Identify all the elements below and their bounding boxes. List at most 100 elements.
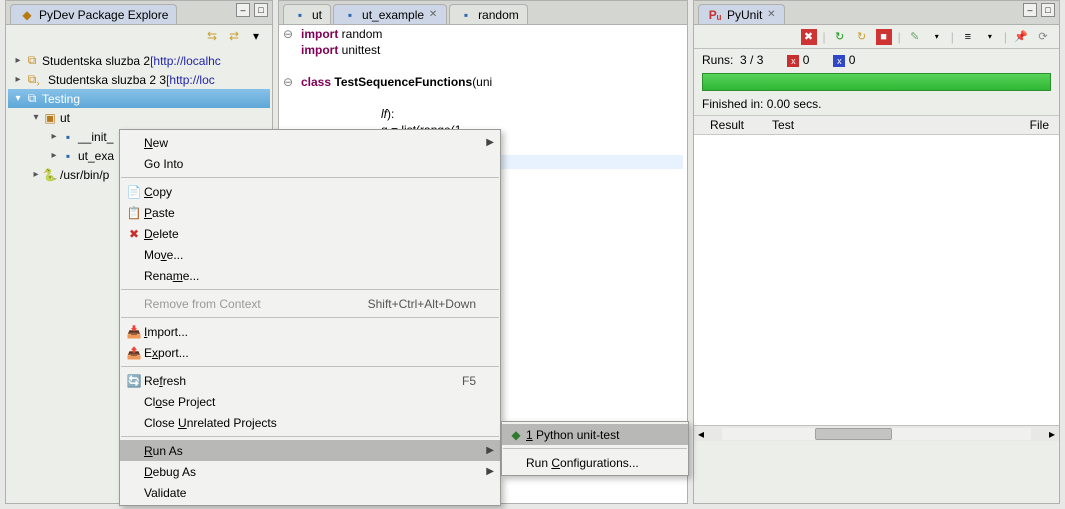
horizontal-scrollbar[interactable]: ◂ ▸ <box>694 425 1059 441</box>
menu-item-label: Validate <box>144 486 186 500</box>
col-result[interactable]: Result <box>710 118 744 132</box>
menu-item-export[interactable]: 📤Export... <box>120 342 500 363</box>
menu-item-run-as[interactable]: Run As▶ <box>120 440 500 461</box>
menu-separator <box>121 317 499 318</box>
pin-test-icon[interactable]: ✎ <box>907 29 923 45</box>
separator: | <box>823 30 826 44</box>
tree-extra: [http://loc <box>166 73 215 87</box>
code-line[interactable]: lf): <box>283 107 394 121</box>
menu-item-close-unrelated-projects[interactable]: Close Unrelated Projects <box>120 412 500 433</box>
menu-item-label: New <box>144 136 168 150</box>
code-line[interactable]: ⊖import random <box>283 27 382 41</box>
scroll-left-icon[interactable]: ◂ <box>694 427 708 441</box>
col-test[interactable]: Test <box>772 118 794 132</box>
tree-row-package[interactable]: ▾ ▣ ut <box>8 108 270 127</box>
menu-item-refresh[interactable]: 🔄RefreshF5 <box>120 370 500 391</box>
results-area <box>694 135 1059 425</box>
twisty-icon[interactable]: ▾ <box>12 93 24 104</box>
code-line[interactable] <box>283 91 301 105</box>
dropdown-icon[interactable]: ▾ <box>982 29 998 45</box>
scroll-right-icon[interactable]: ▸ <box>1045 427 1059 441</box>
history-icon[interactable]: ≡ <box>960 29 976 45</box>
tree-label: ut <box>60 111 70 125</box>
editor-tab[interactable]: ▪ random <box>449 4 528 24</box>
col-file[interactable]: File <box>1030 118 1049 132</box>
run-as-submenu[interactable]: ◆1 Python unit-test Run Configurations... <box>501 421 689 476</box>
pyunit-tab-bar: Pᵤ PyUnit ✕ – □ <box>694 1 1059 25</box>
menu-item-import[interactable]: 📥Import... <box>120 321 500 342</box>
menu-item-label: Refresh <box>144 374 186 388</box>
submenu-item-run-configurations[interactable]: Run Configurations... <box>502 452 688 473</box>
twisty-icon[interactable]: ▸ <box>30 169 42 180</box>
tree-label: Studentska sluzba 2 3 <box>48 73 166 87</box>
error-badge-icon: x <box>787 55 799 67</box>
menu-item-go-into[interactable]: Go Into <box>120 153 500 174</box>
failure-count: 0 <box>849 53 856 67</box>
maximize-icon[interactable]: □ <box>1041 3 1055 17</box>
menu-item-label: Move... <box>144 248 183 262</box>
python-file-icon: ▪ <box>342 7 358 23</box>
menu-item-copy[interactable]: 📄Copy <box>120 181 500 202</box>
menu-separator <box>121 289 499 290</box>
project-icon: ⧉ <box>24 53 40 69</box>
explorer-tab[interactable]: ◆ PyDev Package Explore <box>10 4 177 24</box>
dropdown-icon[interactable]: ▾ <box>929 29 945 45</box>
pyunit-tab[interactable]: Pᵤ PyUnit ✕ <box>698 4 785 24</box>
link-editor-icon[interactable]: ⇄ <box>226 28 242 44</box>
minimize-icon[interactable]: – <box>236 3 250 17</box>
maximize-icon[interactable]: □ <box>254 3 268 17</box>
close-tab-icon[interactable]: ✕ <box>766 10 776 20</box>
menu-item-delete[interactable]: ✖Delete <box>120 223 500 244</box>
twisty-icon[interactable]: ▾ <box>30 112 42 123</box>
menu-item-validate[interactable]: Validate <box>120 482 500 503</box>
editor-tab-label: ut <box>312 8 322 22</box>
menu-item-close-project[interactable]: Close Project <box>120 391 500 412</box>
code-line[interactable] <box>283 59 301 73</box>
collapse-all-icon[interactable]: ⇆ <box>204 28 220 44</box>
separator: | <box>1004 30 1007 44</box>
python-file-icon: ▪ <box>60 129 76 145</box>
editor-tab-active[interactable]: ▪ ut_example ✕ <box>333 4 447 24</box>
runs-summary: Runs: 3 / 3 x 0 x 0 <box>694 49 1059 71</box>
stop-test-icon[interactable]: ✖ <box>801 29 817 45</box>
menu-separator <box>121 436 499 437</box>
menu-item-label: Close Project <box>144 395 215 409</box>
restore-icon[interactable]: ⟳ <box>1035 29 1051 45</box>
pin-icon[interactable]: 📌 <box>1013 29 1029 45</box>
tree-row-project-selected[interactable]: ▾ ⧉ Testing <box>8 89 270 108</box>
code-line[interactable]: ⊖class TestSequenceFunctions(uni <box>283 75 492 89</box>
tree-row-project[interactable]: ▸ ⧉ › Studentska sluzba 2 3 [http://loc <box>8 70 270 89</box>
minimize-icon[interactable]: – <box>1023 3 1037 17</box>
twisty-icon[interactable]: ▸ <box>12 55 24 66</box>
stop-icon[interactable]: ■ <box>876 29 892 45</box>
separator: | <box>951 30 954 44</box>
view-menu-icon[interactable]: ▾ <box>248 28 264 44</box>
python-file-icon: ▪ <box>60 148 76 164</box>
rerun-tests-icon[interactable]: ↻ <box>832 29 848 45</box>
tree-extra: [http://localhc <box>150 54 221 68</box>
twisty-icon[interactable]: ▸ <box>48 131 60 142</box>
rerun-failures-icon[interactable]: ↻ <box>854 29 870 45</box>
twisty-icon[interactable]: ▸ <box>12 74 24 85</box>
tree-label: ut_exa <box>78 149 114 163</box>
menu-item-debug-as[interactable]: Debug As▶ <box>120 461 500 482</box>
tree-row-project[interactable]: ▸ ⧉ Studentska sluzba 2 [http://localhc <box>8 51 270 70</box>
menu-item-remove-from-context: Remove from ContextShift+Ctrl+Alt+Down <box>120 293 500 314</box>
code-line[interactable]: import unittest <box>283 43 380 57</box>
results-header: ▾ Result Test File <box>694 115 1059 135</box>
close-tab-icon[interactable]: ✕ <box>428 10 438 20</box>
runs-value: 3 / 3 <box>740 53 763 67</box>
editor-tab[interactable]: ▪ ut <box>283 4 331 24</box>
menu-item-paste[interactable]: 📋Paste <box>120 202 500 223</box>
context-menu[interactable]: New▶Go Into 📄Copy📋Paste✖Delete Move... Rena… <box>119 129 501 506</box>
scrollbar-thumb[interactable] <box>815 428 892 440</box>
delete-icon: ✖ <box>124 227 144 241</box>
submenu-item-1-python-unit-test[interactable]: ◆1 Python unit-test <box>502 424 688 445</box>
scrollbar-track[interactable] <box>722 428 1031 440</box>
twisty-icon[interactable]: ▸ <box>48 150 60 161</box>
menu-item-move[interactable]: Move... <box>120 244 500 265</box>
menu-item-rename[interactable]: Rename... <box>120 265 500 286</box>
pyunit-toolbar: ✖ | ↻ ↻ ■ | ✎ ▾ | ≡ ▾ | 📌 ⟳ <box>694 25 1059 49</box>
menu-item-new[interactable]: New▶ <box>120 132 500 153</box>
menu-item-label: Remove from Context <box>144 297 261 311</box>
